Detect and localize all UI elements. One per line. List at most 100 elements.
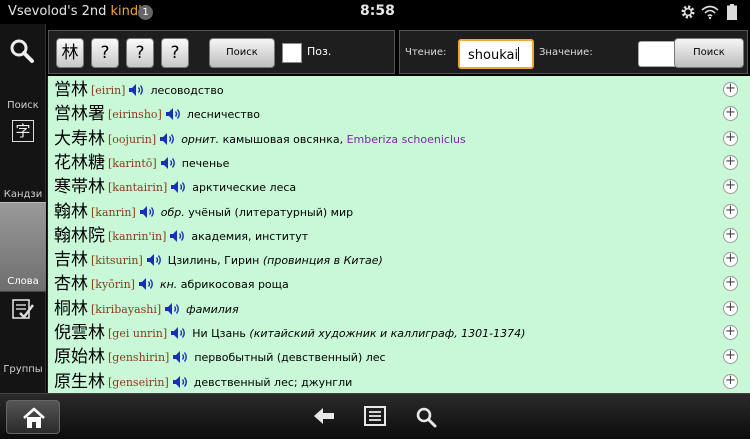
plus-circle-icon[interactable]: + bbox=[723, 300, 738, 316]
table-row[interactable]: 杏林 [kyōrin] кн. абрикосовая роща + bbox=[48, 272, 750, 296]
gear-icon[interactable] bbox=[680, 4, 696, 20]
sidebar-item-search[interactable]: Поиск bbox=[0, 100, 46, 111]
speaker-icon[interactable] bbox=[146, 253, 164, 267]
entry-word: 桐林 bbox=[54, 298, 88, 319]
back-arrow-icon[interactable] bbox=[312, 406, 336, 426]
plus-circle-icon[interactable]: + bbox=[723, 154, 738, 170]
kanji-icon[interactable]: 字 bbox=[12, 120, 34, 142]
kanji-search-button[interactable]: Поиск bbox=[209, 38, 275, 68]
checklist-icon[interactable] bbox=[12, 299, 34, 321]
plus-circle-icon[interactable]: + bbox=[723, 227, 738, 243]
entry-meaning: арктические леса bbox=[192, 181, 297, 195]
entry-word: 大寿林 bbox=[54, 128, 105, 149]
table-row[interactable]: 翰林院 [kanrin'in] академия, институт + bbox=[48, 224, 750, 248]
entry-details: [kanrin'in] академия, институт bbox=[108, 229, 308, 244]
plus-circle-icon[interactable]: + bbox=[723, 349, 738, 365]
search-icon[interactable] bbox=[415, 406, 437, 428]
wildcard-button-2[interactable]: ? bbox=[126, 38, 154, 68]
entry-reading: [gei unrin] bbox=[108, 327, 168, 340]
entry-meaning: лесничество bbox=[186, 108, 260, 122]
plus-circle-icon[interactable]: + bbox=[723, 276, 738, 292]
speaker-icon[interactable] bbox=[164, 302, 182, 316]
table-row[interactable]: 翰林 [kanrin] обр. учёный (литературный) мир… bbox=[48, 200, 750, 224]
reading-input-value: shoukai bbox=[468, 48, 519, 63]
table-row[interactable]: 原始林 [genshirin] первобытный (девственный) … bbox=[48, 345, 750, 369]
status-clock: 8:58 bbox=[360, 3, 395, 19]
plus-circle-icon[interactable]: + bbox=[723, 203, 738, 219]
entry-details: [oojurin] орнит. камышовая овсянка, Ember… bbox=[108, 132, 466, 147]
entry-word: 営林 bbox=[54, 80, 88, 100]
reading-input[interactable]: shoukai bbox=[458, 39, 534, 69]
plus-circle-icon[interactable]: + bbox=[723, 179, 738, 195]
device-owner: Vsevolod's 2nd bbox=[8, 4, 107, 19]
speaker-icon[interactable] bbox=[172, 350, 190, 364]
sidebar-item-groups[interactable]: Группы bbox=[0, 364, 46, 375]
speaker-icon[interactable] bbox=[159, 132, 177, 146]
entry-note: орнит. bbox=[181, 132, 220, 146]
plus-circle-icon[interactable]: + bbox=[723, 130, 738, 146]
search-icon[interactable] bbox=[9, 38, 35, 64]
plus-circle-icon[interactable]: + bbox=[723, 82, 738, 97]
entry-details: [kitsurin] Цзилинь, Гирин (провинция в Ки… bbox=[91, 253, 383, 268]
speaker-icon[interactable] bbox=[138, 277, 156, 291]
speaker-icon[interactable] bbox=[165, 107, 183, 121]
battery-icon bbox=[727, 4, 737, 20]
reading-search-panel: Чтение: shoukai Значение: Поиск bbox=[399, 30, 748, 74]
sidebar-item-words[interactable]: Слова bbox=[0, 276, 46, 287]
speaker-icon[interactable] bbox=[170, 326, 188, 340]
reading-label: Чтение: bbox=[405, 47, 447, 58]
table-row[interactable]: 営林署 [eirinsho] лесничество + bbox=[48, 102, 750, 126]
entry-reading: [karintō] bbox=[108, 156, 157, 170]
speaker-icon[interactable] bbox=[170, 180, 188, 194]
entry-reading: [eirinsho] bbox=[108, 108, 162, 122]
speaker-icon[interactable] bbox=[169, 229, 187, 243]
entry-meaning: девственный лес; джунгли bbox=[193, 375, 353, 389]
table-row[interactable]: 原生林 [genseirin] девственный лес; джунгли + bbox=[48, 370, 750, 393]
status-bar: Vsevolod's 2nd kindle 1 8:58 bbox=[0, 0, 750, 24]
reading-search-button[interactable]: Поиск bbox=[674, 38, 744, 68]
menu-icon[interactable] bbox=[364, 406, 386, 426]
results-list: 営林 [eirin] лесоводство + 営林署 [eirinsho] леснич… bbox=[47, 76, 750, 393]
speaker-icon[interactable] bbox=[139, 205, 157, 219]
wildcard-button-3[interactable]: ? bbox=[161, 38, 189, 68]
sidebar: Поиск 字 Кандзи Слова Группы bbox=[0, 24, 46, 393]
table-row[interactable]: 花林糖 [karintō] печенье + bbox=[48, 151, 750, 175]
table-row[interactable]: 吉林 [kitsurin] Цзилинь, Гирин (провинция в … bbox=[48, 248, 750, 272]
plus-circle-icon[interactable]: + bbox=[723, 325, 738, 340]
speaker-icon[interactable] bbox=[128, 83, 146, 97]
meaning-label: Значение: bbox=[539, 47, 593, 58]
table-row[interactable]: 寒帯林 [kantairin] арктические леса + bbox=[48, 175, 750, 199]
sidebar-item-kanji[interactable]: Кандзи bbox=[0, 189, 46, 200]
entry-meaning: Ни Цзань bbox=[192, 327, 250, 340]
plus-circle-icon[interactable]: + bbox=[723, 106, 738, 122]
entry-reading: [kiribayashi] bbox=[91, 302, 162, 316]
home-button[interactable] bbox=[6, 400, 60, 434]
entry-details: [eirinsho] лесничество bbox=[108, 107, 260, 122]
wildcard-button-1[interactable]: ? bbox=[91, 38, 119, 68]
device-name: Vsevolod's 2nd kindle bbox=[8, 4, 150, 19]
entry-note: (китайский художник и каллиграф, 1301-13… bbox=[249, 327, 526, 340]
entry-note: (провинция в Китае) bbox=[262, 254, 383, 268]
position-checkbox[interactable] bbox=[282, 43, 302, 63]
entry-word: 翰林院 bbox=[54, 225, 105, 246]
speaker-icon[interactable] bbox=[172, 375, 190, 389]
entry-word: 寒帯林 bbox=[54, 177, 105, 198]
table-row[interactable]: 大寿林 [oojurin] орнит. камышовая овсянка, Em… bbox=[48, 127, 750, 151]
plus-circle-icon[interactable]: + bbox=[723, 373, 738, 389]
entry-reading: [eirin] bbox=[91, 84, 126, 97]
table-row[interactable]: 倪雲林 [gei unrin] Ни Цзань (китайский художн… bbox=[48, 321, 750, 345]
plus-circle-icon[interactable]: + bbox=[723, 252, 738, 268]
entry-word: 原生林 bbox=[54, 371, 105, 392]
table-row[interactable]: 営林 [eirin] лесоводство + bbox=[48, 78, 750, 102]
entry-details: [gei unrin] Ни Цзань (китайский художник … bbox=[108, 326, 525, 341]
kanji-slot-button[interactable]: 林 bbox=[56, 38, 84, 68]
entry-meaning: камышовая овсянка, bbox=[219, 132, 347, 146]
kanji-search-panel: 林 ? ? ? Поиск Поз. bbox=[48, 30, 395, 74]
notification-badge[interactable]: 1 bbox=[138, 5, 153, 20]
entry-latin-name: Emberiza schoeniclus bbox=[346, 132, 466, 146]
speaker-icon[interactable] bbox=[160, 156, 178, 170]
entry-reading: [oojurin] bbox=[108, 132, 157, 146]
entry-reading: [kantairin] bbox=[108, 181, 168, 195]
table-row[interactable]: 桐林 [kiribayashi] фамилия + bbox=[48, 297, 750, 321]
entry-meaning: абрикосовая роща bbox=[177, 278, 289, 292]
